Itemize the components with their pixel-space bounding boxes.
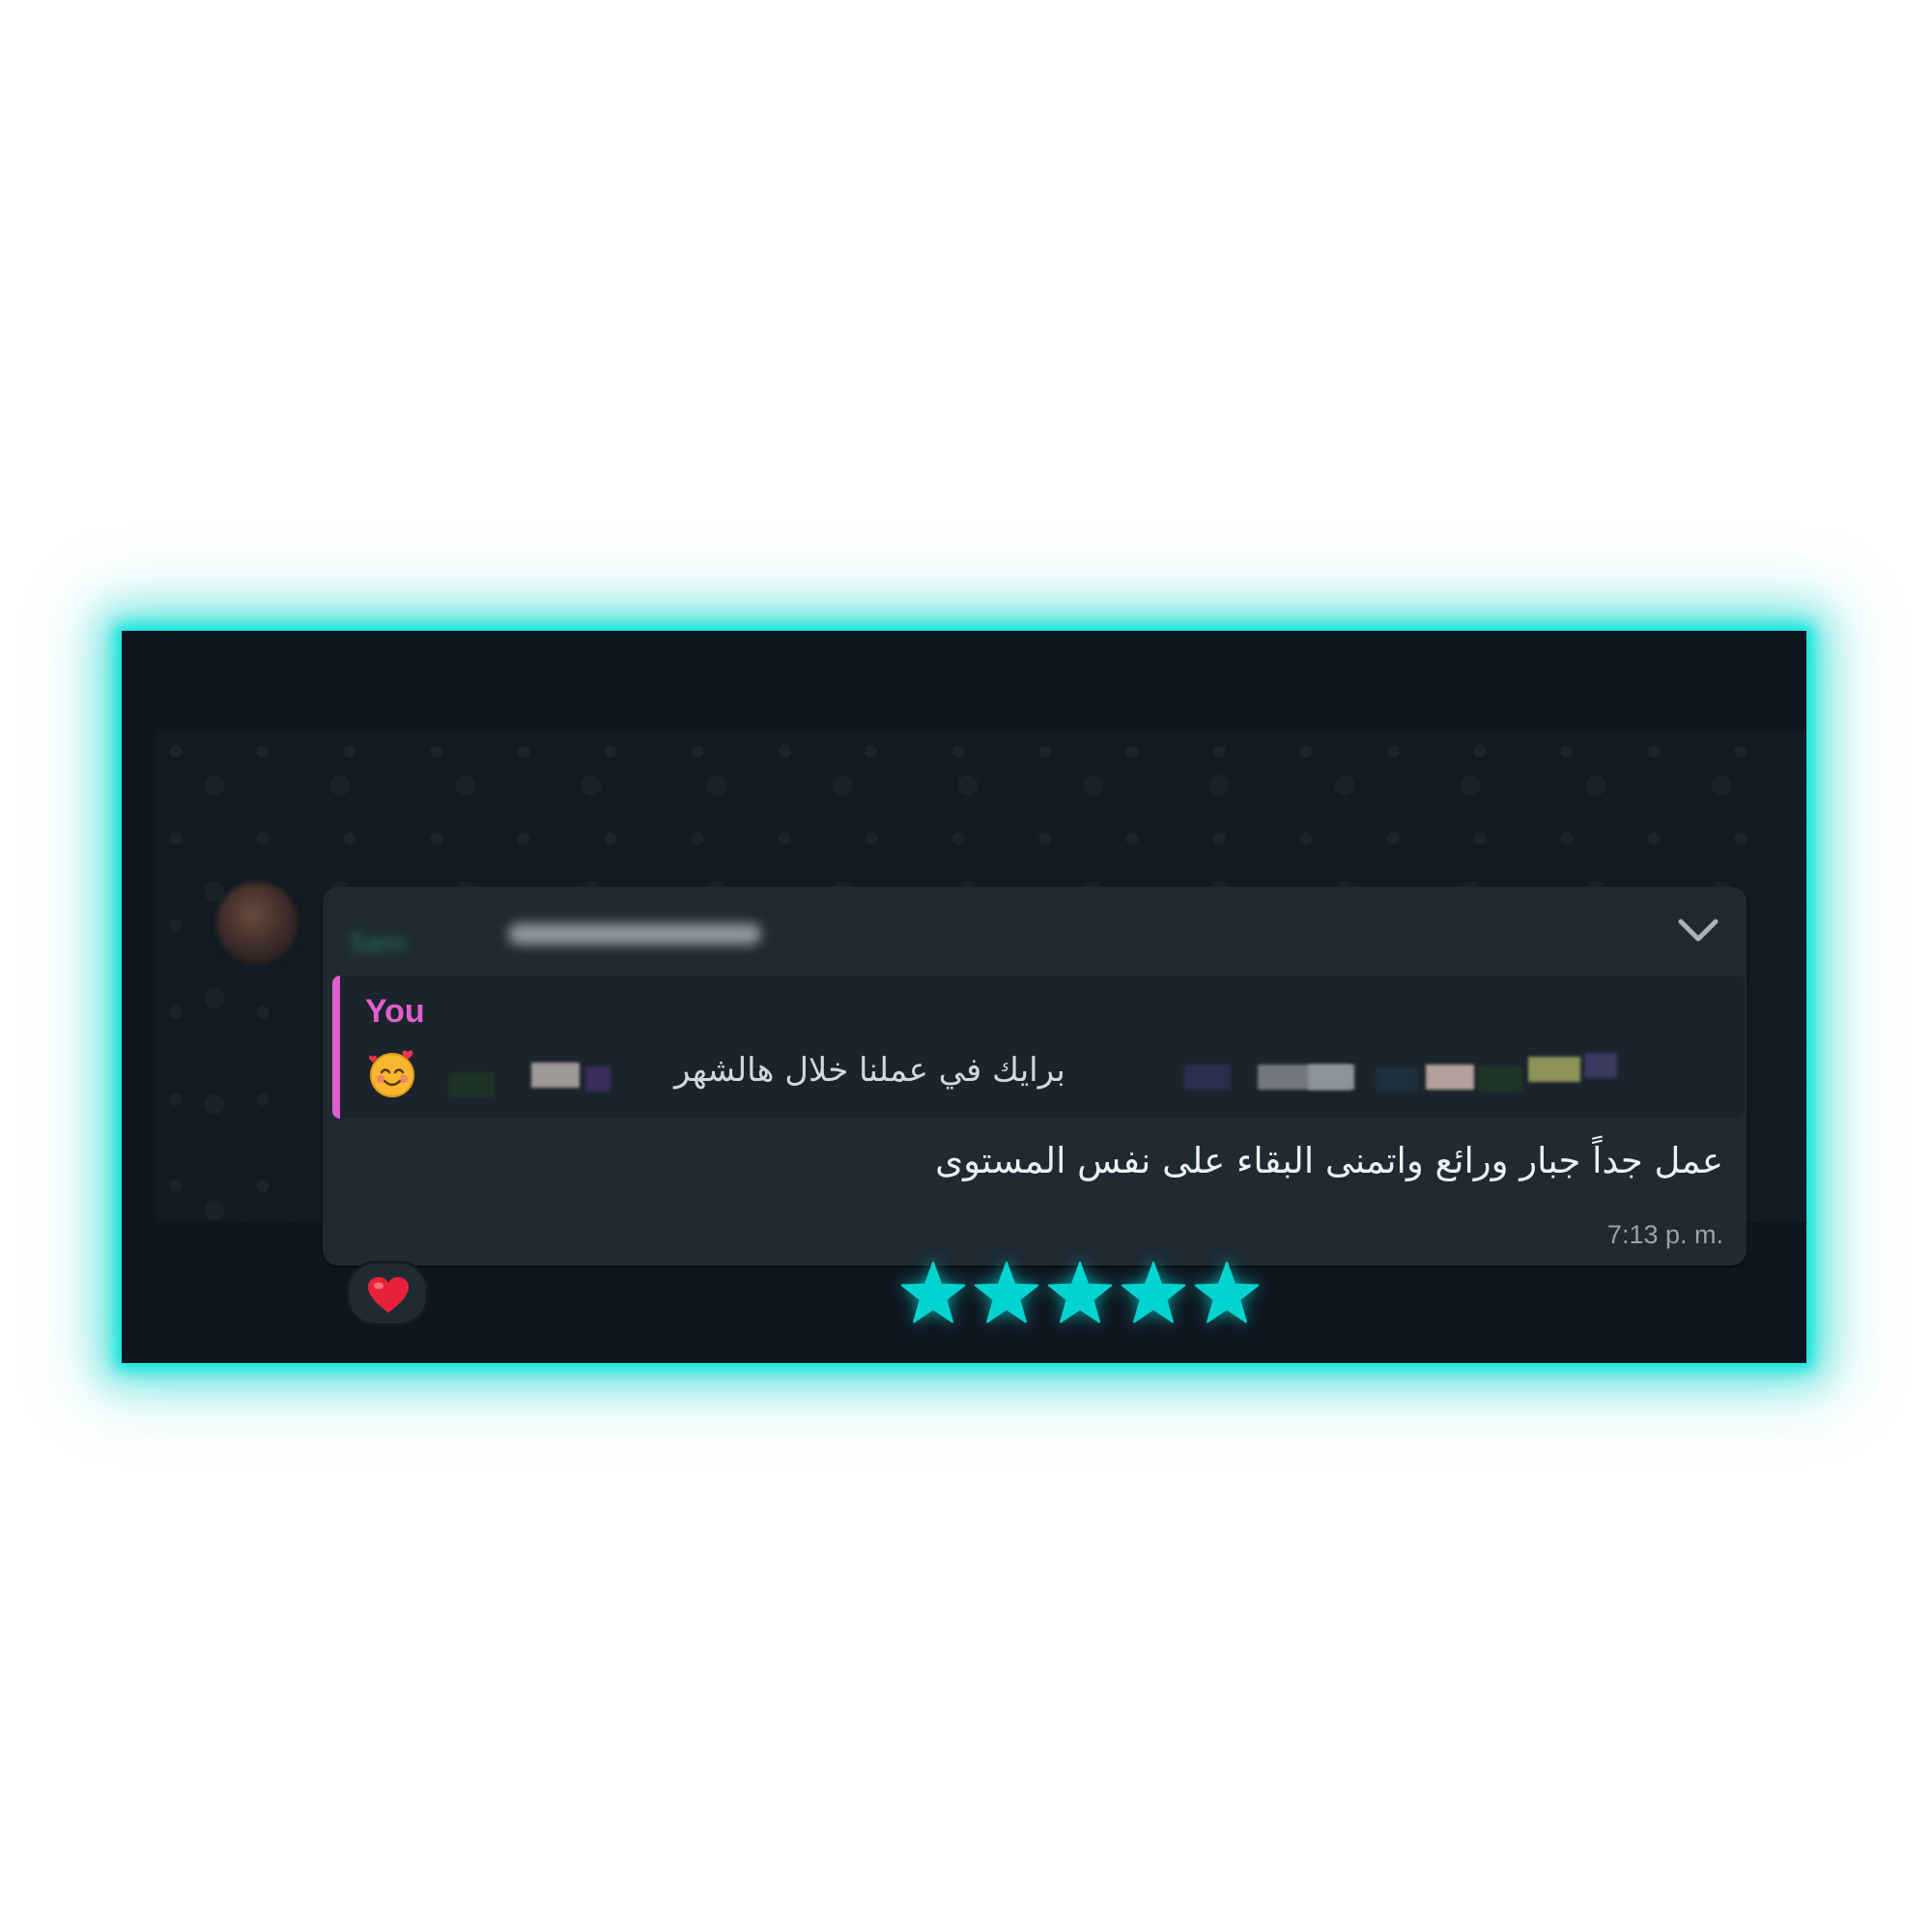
message-bubble[interactable]: Sam You برايك في عملنا خلال هالشهر عمل ج… [323,887,1747,1265]
smiling-face-with-hearts-icon [368,1050,414,1097]
redacted-block [1426,1065,1474,1090]
redacted-block [1308,1065,1354,1090]
chat-area: Sam You برايك في عملنا خلال هالشهر عمل ج… [156,732,1806,1326]
screenshot-frame: Sam You برايك في عملنا خلال هالشهر عمل ج… [122,631,1806,1363]
star-icon [974,1262,1039,1323]
redacted-block [1376,1066,1418,1092]
redacted-block [531,1063,580,1088]
redacted-block [1584,1053,1617,1078]
redacted-block [585,1066,611,1092]
star-icon [1194,1262,1260,1323]
chevron-down-icon[interactable] [1677,916,1719,945]
redacted-block [1478,1066,1522,1092]
quoted-message[interactable]: You برايك في عملنا خلال هالشهر [332,976,1745,1119]
star-icon [1121,1262,1186,1323]
sender-phone-redacted [508,923,761,945]
redacted-block [448,1072,495,1097]
quote-author: You [365,993,425,1030]
star-icon [900,1262,966,1323]
message-text: عمل جداً جبار ورائع واتمنى البقاء على نف… [935,1140,1723,1181]
star-icon [1047,1262,1113,1323]
sender-name: Sam [350,929,406,958]
redacted-block [1528,1057,1580,1082]
message-timestamp: 7:13 p. m. [1606,1220,1723,1249]
redacted-block [1184,1065,1231,1090]
reaction-badge[interactable] [346,1261,429,1326]
avatar[interactable] [216,882,298,963]
red-heart-icon [368,1277,409,1313]
star-rating [898,1259,1262,1336]
quote-text: برايك في عملنا خلال هالشهر [674,1051,1065,1090]
quote-content: برايك في عملنا خلال هالشهر [365,1045,1718,1103]
